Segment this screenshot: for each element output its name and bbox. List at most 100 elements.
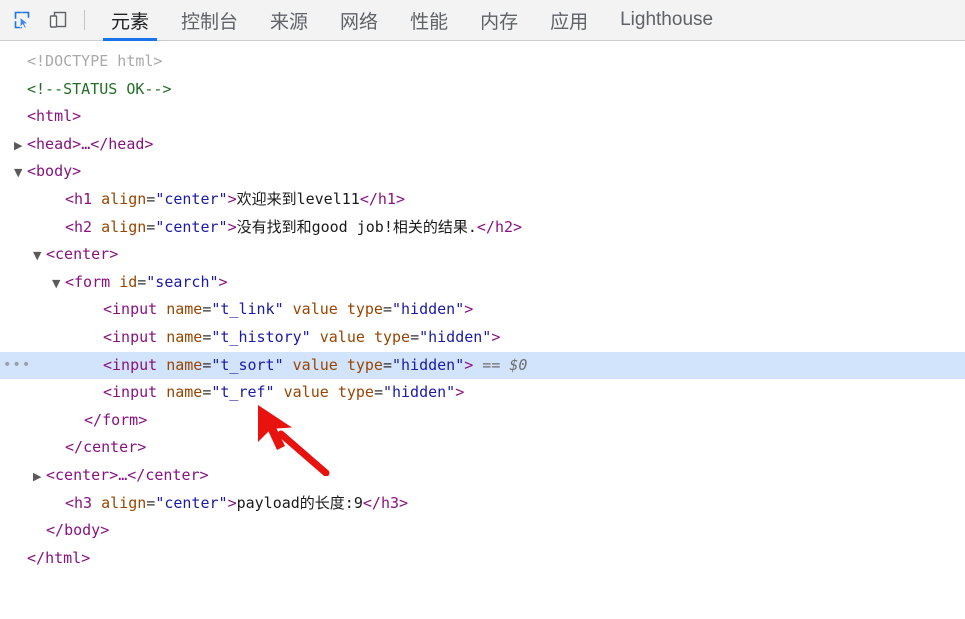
token-plain: = xyxy=(146,189,156,208)
token-punct: < xyxy=(27,107,37,126)
dom-node-row[interactable]: ▶<h2 align="center">没有找到和good job!相关的结果.… xyxy=(0,214,965,242)
dom-node-row[interactable]: ▶<!--STATUS OK--> xyxy=(0,76,965,104)
device-toolbar-icon[interactable] xyxy=(44,6,72,34)
tab-application[interactable]: 应用 xyxy=(534,0,604,41)
dom-node-row[interactable]: ▶</body> xyxy=(0,517,965,545)
twisty-placeholder: ▶ xyxy=(33,518,46,546)
tab-label: 控制台 xyxy=(181,11,239,33)
dom-node-row[interactable]: ▶<h1 align="center">欢迎来到level11</h1> xyxy=(0,186,965,214)
token-tag: h2 xyxy=(74,217,93,236)
tab-lighthouse[interactable]: Lighthouse xyxy=(604,0,729,41)
twisty-placeholder: ▶ xyxy=(14,49,27,77)
tab-console[interactable]: 控制台 xyxy=(165,0,254,41)
token-tag: h2 xyxy=(494,217,514,236)
token-tag: input xyxy=(112,383,158,402)
dom-node-row[interactable]: ▶<!DOCTYPE html> xyxy=(0,48,965,76)
tab-sources[interactable]: 来源 xyxy=(254,0,324,41)
token-punct: < xyxy=(46,245,56,264)
twisty-placeholder: ▶ xyxy=(14,104,27,132)
token-plain: = xyxy=(382,355,392,374)
token-punct: > xyxy=(464,300,474,319)
token-tag: body xyxy=(36,162,73,181)
dom-node-content: ▶<h3 align="center">payload的长度:9</h3> xyxy=(52,490,408,519)
token-tag: body xyxy=(64,521,101,540)
token-tag: h3 xyxy=(74,493,93,512)
token-punct: < xyxy=(65,272,75,291)
devtools-toolbar: 元素 控制台 来源 网络 性能 内存 应用 Lighthouse xyxy=(0,0,965,41)
chevron-right-icon[interactable]: ▶ xyxy=(14,132,27,160)
dom-node-row[interactable]: ▶<input name="t_ref" value type="hidden"… xyxy=(0,379,965,407)
token-punct: > xyxy=(513,217,523,236)
tab-network[interactable]: 网络 xyxy=(324,0,394,41)
token-attr: align xyxy=(101,493,147,512)
twisty-placeholder: ▶ xyxy=(90,325,103,353)
inspect-element-icon[interactable] xyxy=(8,6,36,34)
token-doctype: <!DOCTYPE html> xyxy=(27,52,163,70)
chevron-down-icon[interactable]: ▼ xyxy=(52,270,65,298)
dom-node-row[interactable]: ▼ <body> xyxy=(0,158,965,186)
chevron-down-icon[interactable]: ▼ xyxy=(14,159,27,187)
dom-node-content: ▶<input name="t_ref" value type="hidden"… xyxy=(90,379,464,408)
token-punct: > xyxy=(199,465,209,484)
token-plain: = xyxy=(382,300,392,319)
token-comment: <!--STATUS OK--> xyxy=(27,79,172,98)
token-punct: </ xyxy=(84,410,103,429)
dom-node-row[interactable]: ▶</form> xyxy=(0,407,965,435)
dom-node-content: ▼ <form id="search"> xyxy=(52,269,228,298)
token-punct: > xyxy=(227,189,237,208)
dom-node-row[interactable]: ▶</center> xyxy=(0,434,965,462)
token-punct: > xyxy=(109,245,119,264)
token-attr: align xyxy=(101,189,147,208)
token-tag: h1 xyxy=(377,189,396,208)
token-attr: align xyxy=(101,217,147,236)
twisty-placeholder: ▶ xyxy=(90,380,103,408)
token-text: payload的长度:9 xyxy=(236,493,363,512)
token-dots: … xyxy=(118,465,128,484)
dom-tree-panel[interactable]: ▶<!DOCTYPE html>▶<!--STATUS OK-->▶<html>… xyxy=(0,41,965,572)
token-attr: value xyxy=(319,327,365,346)
token-text: 欢迎来到level11 xyxy=(236,189,360,208)
dom-node-row[interactable]: ▶ <head>…</head> xyxy=(0,131,965,159)
token-tag: input xyxy=(112,355,158,374)
token-attr: id xyxy=(119,272,138,291)
tab-label: Lighthouse xyxy=(620,9,714,30)
token-plain: = xyxy=(146,493,156,512)
token-punct: < xyxy=(103,327,113,346)
dom-node-row[interactable]: ▶<html> xyxy=(0,103,965,131)
token-attr: value xyxy=(283,383,329,402)
dom-node-row[interactable]: ▼ <center> xyxy=(0,241,965,269)
tab-performance[interactable]: 性能 xyxy=(394,0,464,41)
dom-node-row[interactable]: ▶</html> xyxy=(0,545,965,573)
token-dots: … xyxy=(81,134,91,153)
chevron-down-icon[interactable]: ▼ xyxy=(33,242,46,270)
dom-node-row[interactable]: ▶<input name="t_link" value type="hidden… xyxy=(0,296,965,324)
token-tag: form xyxy=(102,410,139,429)
dom-node-row[interactable]: ▶<input name="t_history" value type="hid… xyxy=(0,324,965,352)
tab-elements[interactable]: 元素 xyxy=(95,0,165,41)
token-punct: </ xyxy=(476,217,495,236)
tab-memory[interactable]: 内存 xyxy=(464,0,534,41)
dom-node-content: ▼ <center> xyxy=(33,241,118,270)
token-attr: name xyxy=(166,383,203,402)
token-val: "t_sort" xyxy=(211,355,284,374)
dom-node-row-selected[interactable]: •••▶<input name="t_sort" value type="hid… xyxy=(0,351,965,380)
dom-node-row[interactable]: ▶<h3 align="center">payload的长度:9</h3> xyxy=(0,490,965,518)
dom-node-content: ▶<!--STATUS OK--> xyxy=(14,76,172,105)
twisty-placeholder: ▶ xyxy=(14,546,27,574)
token-punct: > xyxy=(464,355,474,374)
token-punct: > xyxy=(72,107,82,126)
twisty-placeholder: ▶ xyxy=(52,187,65,215)
dom-node-row[interactable]: ▼ <form id="search"> xyxy=(0,269,965,297)
dom-node-row[interactable]: ▶ <center>…</center> xyxy=(0,462,965,490)
twisty-placeholder: ▶ xyxy=(71,408,84,436)
token-val: "hidden" xyxy=(382,383,456,402)
token-punct: </ xyxy=(90,134,109,153)
token-tag: html xyxy=(36,107,73,126)
chevron-right-icon[interactable]: ▶ xyxy=(33,463,46,491)
token-punct: > xyxy=(109,465,119,484)
token-tag: form xyxy=(74,272,111,291)
